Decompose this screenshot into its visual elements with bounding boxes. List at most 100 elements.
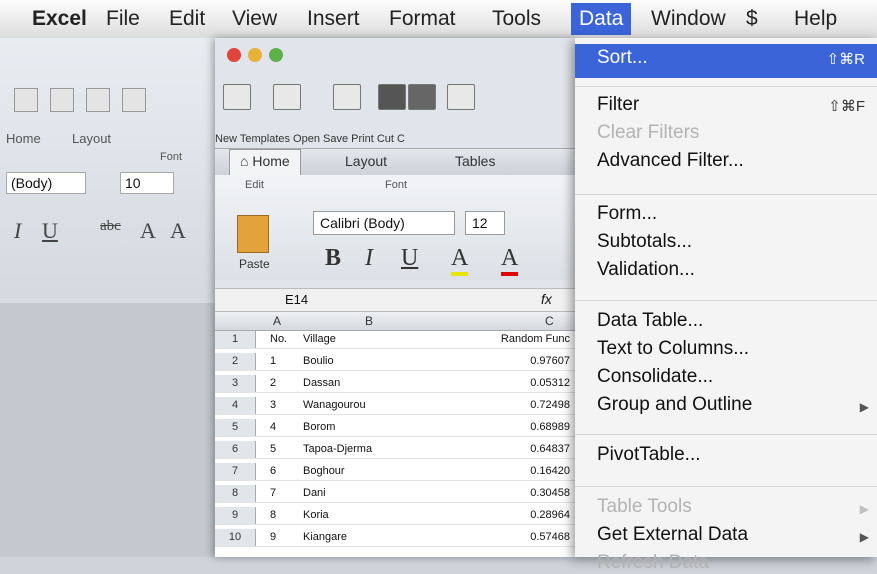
cell-number[interactable]: 8 <box>270 509 276 521</box>
menu-item-data-table[interactable]: Data Table... <box>597 310 703 332</box>
cell-random[interactable]: Random Func <box>501 333 570 345</box>
tab-layout[interactable]: Layout <box>345 153 387 169</box>
cell-number[interactable]: 4 <box>270 421 276 433</box>
save-icon[interactable] <box>378 84 406 110</box>
row-header[interactable]: 10 <box>215 529 256 546</box>
cell-number[interactable]: 1 <box>270 355 276 367</box>
zoom-button[interactable] <box>269 48 283 62</box>
cell-village[interactable]: Wanagourou <box>303 399 366 411</box>
print-icon[interactable] <box>408 84 436 110</box>
menu-file[interactable]: File <box>106 7 140 31</box>
row-header[interactable]: 4 <box>215 397 256 414</box>
bg-tab-layout[interactable]: Layout <box>72 131 111 146</box>
bg-font-name-field[interactable]: (Body) <box>6 172 86 194</box>
menu-view[interactable]: View <box>232 7 277 31</box>
spreadsheet-grid[interactable]: A B C 1 No. Village Random Func 2 1 Boulio 0.97… <box>215 312 575 557</box>
cell-random[interactable]: 0.28964 <box>530 509 570 521</box>
table-row[interactable]: 2 1 Boulio 0.97607 <box>215 353 575 371</box>
cell-village[interactable]: Dani <box>303 487 326 499</box>
underline-button[interactable]: U <box>42 218 58 244</box>
row-header[interactable]: 1 <box>215 331 256 348</box>
cell-number[interactable]: 3 <box>270 399 276 411</box>
cell-random[interactable]: 0.68989 <box>530 421 570 433</box>
cell-village[interactable]: Boghour <box>303 465 345 477</box>
menu-item-form[interactable]: Form... <box>597 203 657 225</box>
menu-item-filter[interactable]: Filter <box>597 94 639 116</box>
cell-village[interactable]: Koria <box>303 509 329 521</box>
table-row[interactable]: 5 4 Borom 0.68989 <box>215 419 575 437</box>
table-row[interactable]: 10 9 Kiangare 0.57468 <box>215 529 575 547</box>
row-header[interactable]: 7 <box>215 463 256 480</box>
toolbar-icon[interactable] <box>14 88 38 112</box>
function-icon[interactable]: fx <box>541 291 552 307</box>
close-button[interactable] <box>227 48 241 62</box>
cell-random[interactable]: 0.97607 <box>530 355 570 367</box>
row-header[interactable]: 6 <box>215 441 256 458</box>
row-header[interactable]: 9 <box>215 507 256 524</box>
menu-insert[interactable]: Insert <box>307 7 360 31</box>
italic-button[interactable]: I <box>14 218 21 244</box>
toolbar-icon[interactable] <box>50 88 74 112</box>
name-box[interactable]: E14 <box>285 292 308 307</box>
open-icon[interactable] <box>333 84 361 110</box>
cell-number[interactable]: No. <box>270 333 287 345</box>
cell-village[interactable]: Dassan <box>303 377 340 389</box>
column-header[interactable]: B <box>365 314 373 328</box>
menu-item-subtotals[interactable]: Subtotals... <box>597 231 692 253</box>
menu-item-get-external-data[interactable]: Get External Data <box>597 524 748 546</box>
row-header[interactable]: 3 <box>215 375 256 392</box>
cell-number[interactable]: 2 <box>270 377 276 389</box>
menu-item-sort[interactable]: Sort... <box>597 47 648 69</box>
save-icon[interactable] <box>86 88 110 112</box>
cut-icon[interactable] <box>447 84 475 110</box>
menu-item-pivottable[interactable]: PivotTable... <box>597 444 701 466</box>
cell-random[interactable]: 0.16420 <box>530 465 570 477</box>
menu-tools[interactable]: Tools <box>492 7 541 31</box>
menu-help[interactable]: Help <box>794 7 837 31</box>
menu-item-text-to-columns[interactable]: Text to Columns... <box>597 338 749 360</box>
cell-random[interactable]: 0.64837 <box>530 443 570 455</box>
new-icon[interactable] <box>223 84 251 110</box>
row-header[interactable]: 2 <box>215 353 256 370</box>
menu-item-validation[interactable]: Validation... <box>597 259 695 281</box>
menu-item-advanced-filter[interactable]: Advanced Filter... <box>597 150 744 172</box>
cell-village[interactable]: Village <box>303 333 336 345</box>
row-header[interactable]: 8 <box>215 485 256 502</box>
menu-item-consolidate[interactable]: Consolidate... <box>597 366 713 388</box>
cell-number[interactable]: 6 <box>270 465 276 477</box>
italic-button[interactable]: I <box>365 245 373 272</box>
table-row[interactable]: 6 5 Tapoa-Djerma 0.64837 <box>215 441 575 459</box>
column-header[interactable]: A <box>273 314 281 328</box>
font-color-icon[interactable]: A <box>501 245 519 276</box>
cell-village[interactable]: Borom <box>303 421 335 433</box>
highlight-icon[interactable]: A <box>451 245 469 276</box>
font-name-field[interactable]: Calibri (Body) <box>313 211 455 235</box>
toolbar-icon[interactable] <box>122 88 146 112</box>
strikethrough-button[interactable]: abc <box>100 218 121 235</box>
font-grow-button[interactable]: A <box>140 218 156 244</box>
minimize-button[interactable] <box>248 48 262 62</box>
menu-item-group-and-outline[interactable]: Group and Outline <box>597 394 752 416</box>
table-row[interactable]: 8 7 Dani 0.30458 <box>215 485 575 503</box>
templates-icon[interactable] <box>273 84 301 110</box>
cell-village[interactable]: Boulio <box>303 355 334 367</box>
row-header[interactable]: 5 <box>215 419 256 436</box>
tab-tables[interactable]: Tables <box>455 153 495 169</box>
tab-home[interactable]: ⌂ Home <box>229 149 301 178</box>
cell-village[interactable]: Kiangare <box>303 531 347 543</box>
cell-random[interactable]: 0.57468 <box>530 531 570 543</box>
menu-format[interactable]: Format <box>389 7 456 31</box>
column-header[interactable]: C <box>545 314 554 328</box>
paste-icon[interactable] <box>237 215 269 253</box>
menu-window[interactable]: Window <box>651 7 726 31</box>
table-row[interactable]: 1 No. Village Random Func <box>215 331 575 349</box>
cell-random[interactable]: 0.30458 <box>530 487 570 499</box>
cell-random[interactable]: 0.72498 <box>530 399 570 411</box>
table-row[interactable]: 4 3 Wanagourou 0.72498 <box>215 397 575 415</box>
bold-button[interactable]: B <box>325 245 341 272</box>
menu-excel[interactable]: Excel <box>32 7 87 31</box>
table-row[interactable]: 9 8 Koria 0.28964 <box>215 507 575 525</box>
table-row[interactable]: 7 6 Boghour 0.16420 <box>215 463 575 481</box>
menu-edit[interactable]: Edit <box>169 7 205 31</box>
cell-number[interactable]: 5 <box>270 443 276 455</box>
